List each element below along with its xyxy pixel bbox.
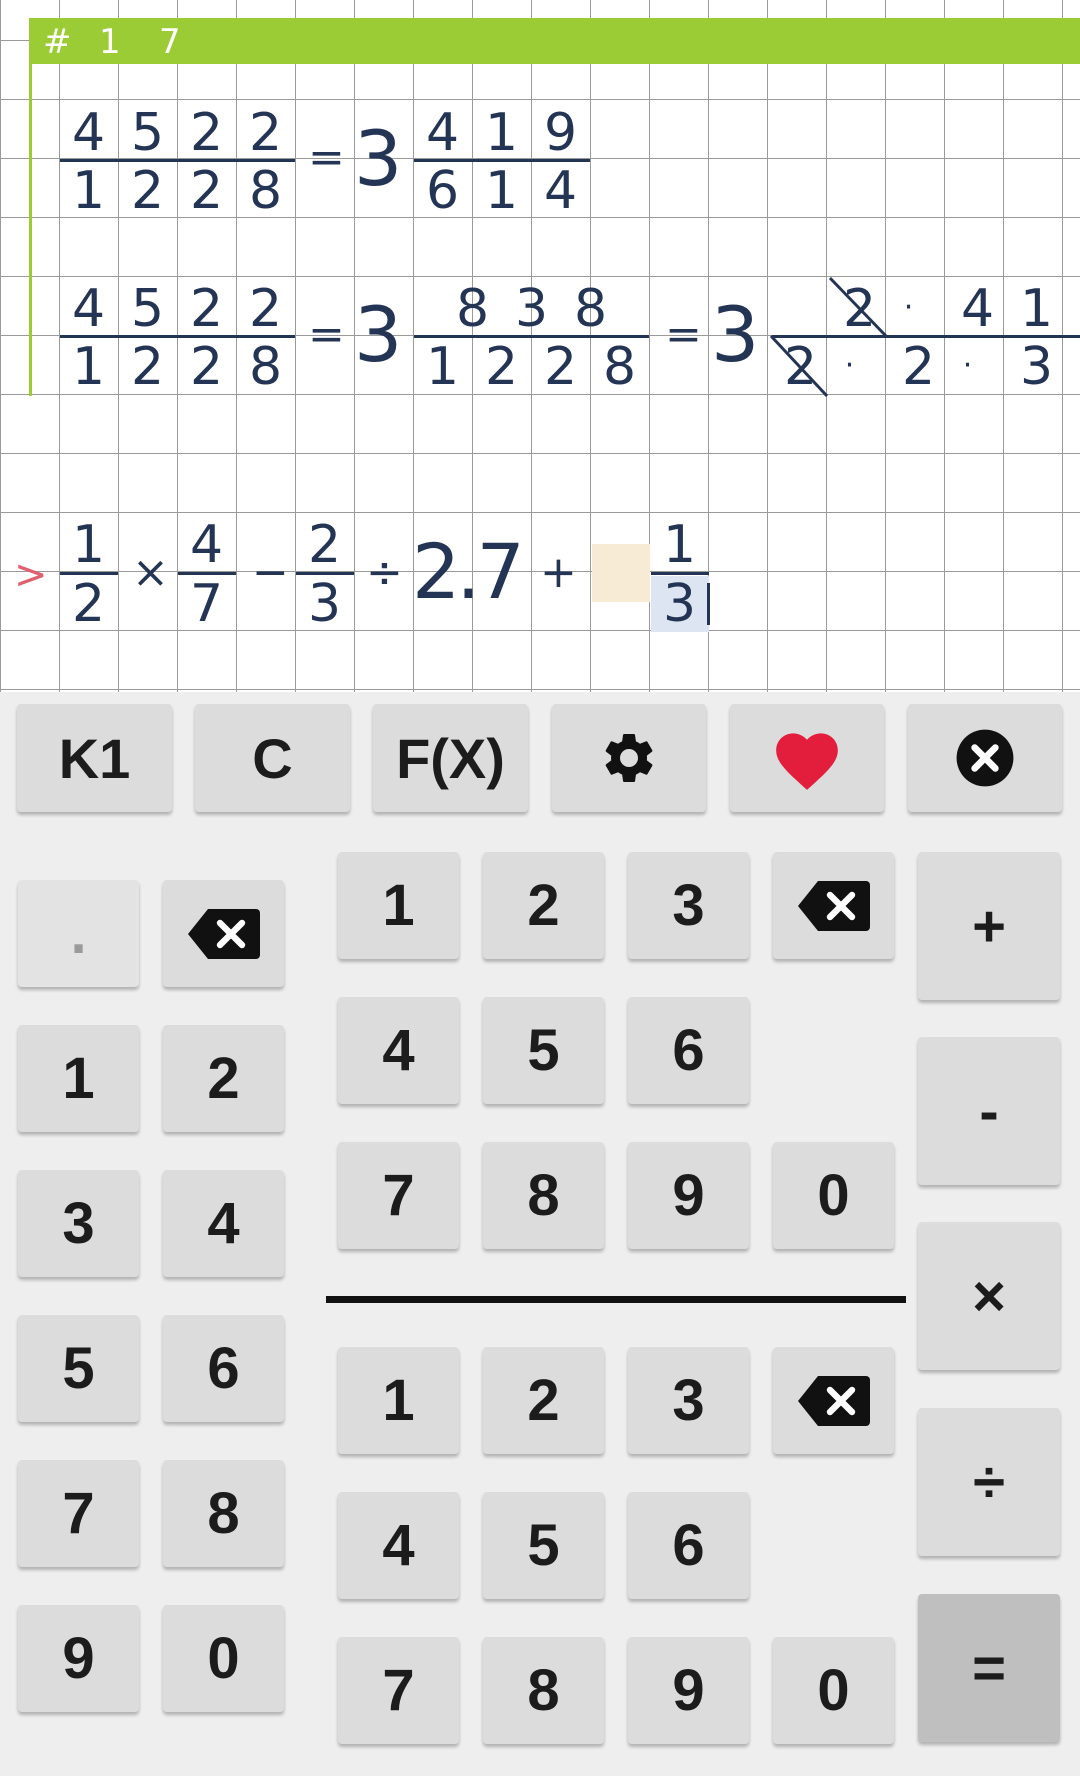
numerator-digit-4[interactable]: 4 [338, 997, 459, 1104]
numerator-digit-6[interactable]: 6 [628, 997, 749, 1104]
numerator-digit-8[interactable]: 8 [483, 1142, 604, 1249]
minus-button[interactable]: - [918, 1037, 1060, 1185]
left-digit-5[interactable]: 5 [18, 1315, 139, 1422]
gear-icon [599, 728, 659, 788]
decimal-number: 2.7 [412, 527, 525, 616]
text-cursor [707, 583, 710, 625]
close-circle-icon [954, 727, 1016, 789]
left-digit-1[interactable]: 1 [18, 1025, 139, 1132]
denominator-backspace-button[interactable] [773, 1347, 894, 1454]
k1-button[interactable]: K1 [17, 704, 172, 812]
numerator-digit-3[interactable]: 3 [628, 852, 749, 959]
close-button[interactable] [908, 704, 1062, 812]
digit: 2 [71, 574, 106, 634]
divide-button[interactable]: ÷ [918, 1408, 1060, 1556]
heart-icon [770, 724, 844, 792]
denominator-digit-8[interactable]: 8 [483, 1637, 604, 1744]
denominator-digit-6[interactable]: 6 [628, 1492, 749, 1599]
numerator-digit-1[interactable]: 1 [338, 852, 459, 959]
denominator-digit-4[interactable]: 4 [338, 1492, 459, 1599]
numerator-digit-7[interactable]: 7 [338, 1142, 459, 1249]
equals-button[interactable]: = [918, 1594, 1060, 1742]
denominator-digit-1[interactable]: 1 [338, 1347, 459, 1454]
left-backspace-button[interactable] [163, 880, 284, 987]
divide-operator: ÷ [366, 547, 403, 598]
plus-operator: + [540, 547, 577, 598]
digit: 1 [71, 515, 106, 575]
left-digit-8[interactable]: 8 [163, 1460, 284, 1567]
left-digit-9[interactable]: 9 [18, 1605, 139, 1712]
left-digit-0[interactable]: 0 [163, 1605, 284, 1712]
backspace-icon [797, 1375, 870, 1426]
digit: 3 [662, 574, 697, 634]
whole-number-slot[interactable] [592, 544, 650, 602]
multiply-button[interactable]: × [918, 1222, 1060, 1370]
denominator-digit-3[interactable]: 3 [628, 1347, 749, 1454]
minus-operator: − [252, 547, 289, 598]
times-operator: × [132, 547, 169, 598]
numerator-digit-5[interactable]: 5 [483, 997, 604, 1104]
notebook-sheet[interactable]: # 1 7 4 5 2 2 1 2 2 8 = 3 4 1 9 6 1 4 4 … [0, 0, 1080, 692]
plus-button[interactable]: + [918, 852, 1060, 1000]
left-digit-3[interactable]: 3 [18, 1170, 139, 1277]
denominator-digit-9[interactable]: 9 [628, 1637, 749, 1744]
left-digit-7[interactable]: 7 [18, 1460, 139, 1567]
digit: 1 [662, 515, 697, 575]
denominator-digit-5[interactable]: 5 [483, 1492, 604, 1599]
left-digit-6[interactable]: 6 [163, 1315, 284, 1422]
denominator-digit-2[interactable]: 2 [483, 1347, 604, 1454]
function-button[interactable]: F(X) [373, 704, 528, 812]
numerator-digit-2[interactable]: 2 [483, 852, 604, 959]
digit: 2 [307, 515, 342, 575]
digit: 4 [189, 515, 224, 575]
backspace-icon [797, 880, 870, 931]
clear-button[interactable]: C [195, 704, 350, 812]
decimal-point-button[interactable]: . [18, 880, 139, 987]
settings-button[interactable] [552, 704, 706, 812]
numerator-digit-9[interactable]: 9 [628, 1142, 749, 1249]
left-digit-4[interactable]: 4 [163, 1170, 284, 1277]
input-prompt: > [14, 552, 48, 598]
digit: 3 [307, 574, 342, 634]
left-digit-2[interactable]: 2 [163, 1025, 284, 1132]
denominator-digit-7[interactable]: 7 [338, 1637, 459, 1744]
backspace-icon [187, 908, 260, 959]
fraction-divider-line [326, 1296, 906, 1303]
favorite-button[interactable] [730, 704, 884, 812]
denominator-digit-0[interactable]: 0 [773, 1637, 894, 1744]
numerator-digit-0[interactable]: 0 [773, 1142, 894, 1249]
digit: 7 [189, 574, 224, 634]
numerator-backspace-button[interactable] [773, 852, 894, 959]
